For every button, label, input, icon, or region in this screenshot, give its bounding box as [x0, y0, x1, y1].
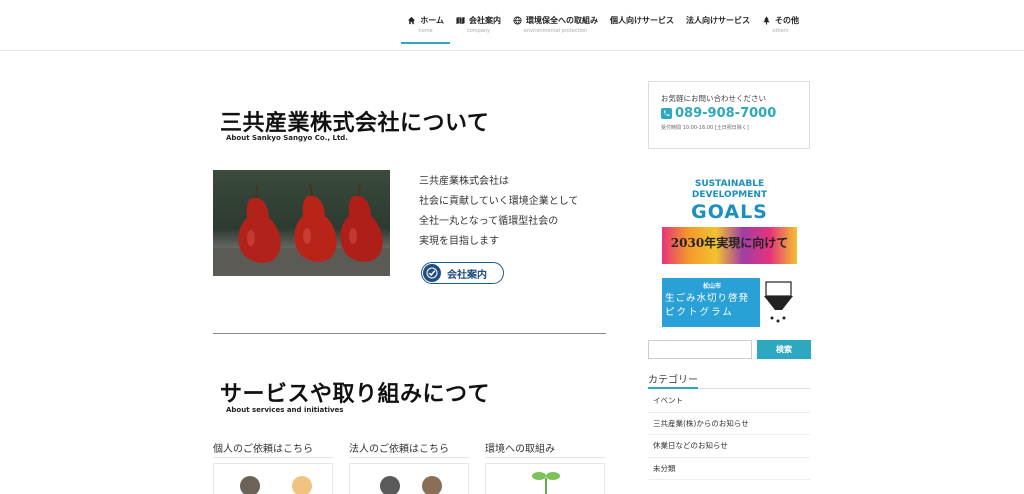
search-input[interactable]: [648, 340, 752, 359]
nav-personal-label: 個人向けサービス: [610, 15, 674, 25]
company-info-button-label: 会社案内: [447, 269, 487, 281]
pictogram-banner[interactable]: 松山市 生ごみ水切り啓発 ピクトグラム: [662, 278, 797, 327]
about-line-3: 全社一丸となって循環型社会の: [419, 216, 559, 227]
nav-home[interactable]: ホーム home: [401, 13, 450, 44]
nav-company-label: 会社案内: [469, 15, 501, 25]
category-list: イベント 三共産業(株)からのお知らせ 休業日などのお知らせ 未分類: [648, 390, 810, 480]
card-underline: [349, 457, 469, 458]
nav-environment-sub: environmental protection: [523, 28, 588, 34]
contact-hours: 受付時間 10:00-16:00 [土日祝日除く]: [661, 125, 749, 131]
nav-home-label: ホーム: [420, 15, 444, 25]
service-card-personal-title: 個人のご依頼はこちら: [213, 444, 313, 455]
sprout-icon: [532, 472, 560, 494]
nav-environment[interactable]: 環境保全への取組み environmental protection: [507, 13, 604, 35]
section-divider: [213, 333, 606, 334]
nav-environment-label: 環境保全への取組み: [526, 15, 598, 25]
category-item-event[interactable]: イベント: [648, 390, 810, 413]
contact-box: お気軽にお問い合わせください 089-908-7000 受付時間 10:00-1…: [648, 81, 810, 149]
nav-others-label: その他: [775, 15, 799, 25]
site-header: ホーム home 会社案内 company 環境保全への取組み environm…: [0, 0, 1024, 51]
service-card-environment[interactable]: 環境への取組み: [485, 440, 605, 494]
service-card-corporate-title: 法人のご依頼はこちら: [349, 444, 449, 455]
home-icon: [408, 16, 416, 24]
globe-icon: [513, 15, 522, 25]
pictogram-line-2: ピクトグラム: [665, 307, 734, 318]
category-item-uncategorized[interactable]: 未分類: [648, 458, 810, 480]
contact-phone-number: 089-908-7000: [675, 106, 777, 121]
nav-others[interactable]: その他 others: [756, 13, 805, 35]
about-description: 三共産業株式会社は 社会に貢献していく環境企業として 全社一丸となって循環型社会…: [419, 172, 578, 252]
services-title: サービスや取り組みにつて: [220, 382, 491, 407]
contact-phone[interactable]: 089-908-7000: [661, 106, 776, 121]
nav-company[interactable]: 会社案内 company: [450, 13, 507, 35]
categories-title-accent: [648, 387, 698, 389]
pictogram-graphic: [760, 278, 797, 327]
sdgs-line-2: DEVELOPMENT: [691, 190, 768, 200]
sdgs-year-text: 2030年実現に向けて: [670, 236, 789, 250]
service-card-environment-title: 環境への取組み: [485, 444, 555, 455]
about-line-1: 三共産業株式会社は: [419, 176, 509, 187]
pictogram-city: 松山市: [702, 283, 721, 290]
about-title: 三共産業株式会社について: [220, 111, 490, 136]
nav-home-sub: home: [418, 28, 433, 34]
about-line-2: 社会に貢献していく環境企業として: [419, 196, 579, 207]
services-subtitle: About services and initiatives: [226, 406, 344, 414]
service-card-personal-image: [213, 463, 333, 494]
pears-photo: [213, 170, 390, 276]
drain-net-icon: [764, 281, 793, 323]
card-underline: [485, 457, 605, 458]
category-item-holiday[interactable]: 休業日などのお知らせ: [648, 435, 810, 458]
service-card-personal[interactable]: 個人のご依頼はこちら: [213, 440, 333, 494]
categories-title: カテゴリー: [648, 375, 698, 386]
service-card-environment-image: [485, 463, 605, 494]
about-line-4: 実現を目指します: [419, 236, 499, 247]
card-underline: [213, 457, 333, 458]
pears-illustration: [213, 183, 390, 276]
nav-others-sub: others: [772, 28, 789, 34]
about-subtitle: About Sankyo Sangyo Co., Ltd.: [226, 134, 348, 142]
sdgs-banner[interactable]: SUSTAINABLE DEVELOPMENT GOALS 2030年実現に向け…: [662, 177, 797, 264]
service-card-corporate-image: [349, 463, 469, 494]
nav-corporate-sub: [686, 28, 750, 35]
nav-corporate-label: 法人向けサービス: [686, 15, 750, 25]
nav-company-sub: company: [466, 28, 491, 34]
nav-corporate[interactable]: 法人向けサービス: [680, 13, 756, 35]
contact-text: お気軽にお問い合わせください: [661, 94, 766, 103]
search-button[interactable]: 検索: [757, 340, 811, 359]
sdgs-line-3: GOALS: [691, 201, 768, 223]
map-icon: [456, 16, 465, 24]
category-item-news[interactable]: 三共産業(株)からのお知らせ: [648, 413, 810, 435]
sdgs-line-1: SUSTAINABLE: [694, 179, 765, 189]
pictogram-line-1: 生ごみ水切り啓発: [665, 293, 750, 304]
service-card-corporate[interactable]: 法人のご依頼はこちら: [349, 440, 469, 494]
nav-personal[interactable]: 個人向けサービス: [604, 13, 680, 35]
check-icon: [423, 264, 441, 282]
company-info-button[interactable]: 会社案内: [421, 262, 504, 284]
global-nav: ホーム home 会社案内 company 環境保全への取組み environm…: [401, 13, 805, 44]
nav-personal-sub: [610, 28, 674, 35]
tree-icon: [763, 15, 770, 25]
phone-icon: [661, 108, 672, 119]
